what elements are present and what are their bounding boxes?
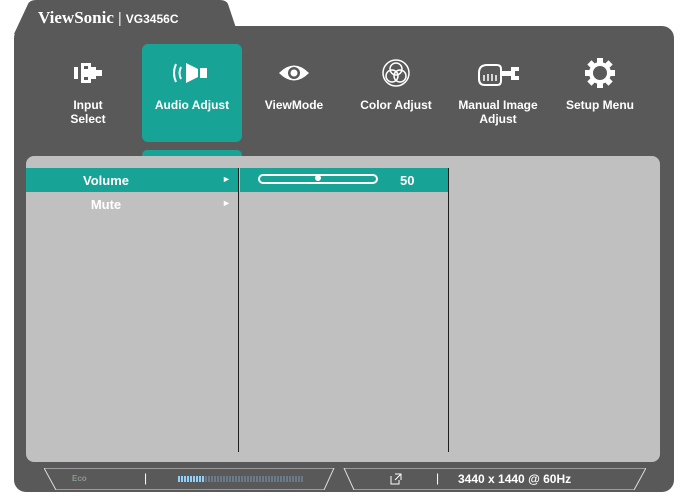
level-tick — [256, 476, 258, 482]
level-tick — [259, 476, 261, 482]
level-tick — [244, 476, 246, 482]
level-tick — [214, 476, 216, 482]
level-tick — [280, 476, 282, 482]
level-tick — [295, 476, 297, 482]
menu-manual-image-adjust[interactable]: Manual Image Adjust — [448, 44, 548, 142]
level-tick — [286, 476, 288, 482]
level-tick — [181, 476, 183, 482]
menu-label: Audio Adjust — [154, 98, 230, 112]
status-separator: | — [144, 471, 148, 485]
level-tick — [274, 476, 276, 482]
level-tick — [277, 476, 279, 482]
level-tick — [241, 476, 243, 482]
column-divider — [238, 168, 239, 452]
speaker-icon — [142, 56, 242, 90]
column-divider — [448, 168, 449, 452]
level-tick — [247, 476, 249, 482]
brightness-level-bar — [178, 476, 303, 482]
content-panel: Volume ► Mute ► 50 — [26, 156, 660, 462]
menu-viewmode[interactable]: ViewMode — [244, 44, 344, 142]
gear-icon — [550, 56, 650, 90]
menu-label: ViewMode — [264, 98, 324, 112]
level-tick — [268, 476, 270, 482]
level-tick — [301, 476, 303, 482]
level-tick — [232, 476, 234, 482]
brand-name: ViewSonic — [38, 8, 114, 27]
eco-leaf-icon: Eco — [72, 474, 87, 483]
menu-label: Color Adjust — [360, 98, 432, 112]
color-circles-icon — [346, 56, 446, 90]
brand-separator: | — [117, 10, 122, 27]
menu-label: Manual Image Adjust — [458, 98, 538, 126]
level-tick — [196, 476, 198, 482]
menu-label: Input Select — [70, 98, 106, 126]
level-tick — [283, 476, 285, 482]
volume-value: 50 — [400, 173, 415, 188]
submenu-item-label: Mute — [90, 197, 122, 212]
level-tick — [178, 476, 180, 482]
level-tick — [226, 476, 228, 482]
level-tick — [202, 476, 204, 482]
level-tick — [271, 476, 273, 482]
level-tick — [190, 476, 192, 482]
level-tick — [220, 476, 222, 482]
menu-setup-menu[interactable]: Setup Menu — [550, 44, 650, 142]
level-tick — [265, 476, 267, 482]
level-tick — [229, 476, 231, 482]
submenu-item-label: Volume — [83, 173, 129, 188]
model-name: VG3456C — [125, 12, 179, 26]
level-tick — [235, 476, 237, 482]
menu-audio-adjust[interactable]: Audio Adjust — [142, 44, 242, 142]
submenu-item-mute[interactable]: Mute ► — [26, 192, 238, 216]
level-tick — [253, 476, 255, 482]
level-tick — [205, 476, 207, 482]
menu-color-adjust[interactable]: Color Adjust — [346, 44, 446, 142]
resolution-readout: 3440 x 1440 @ 60Hz — [458, 472, 572, 486]
external-link-icon — [390, 473, 402, 485]
level-tick — [211, 476, 213, 482]
submenu-list: Volume ► Mute ► — [26, 168, 238, 450]
level-tick — [184, 476, 186, 482]
level-tick — [292, 476, 294, 482]
input-connector-icon — [38, 56, 138, 90]
status-separator: | — [436, 471, 440, 485]
level-tick — [223, 476, 225, 482]
level-tick — [199, 476, 201, 482]
level-tick — [250, 476, 252, 482]
level-tick — [193, 476, 195, 482]
submenu-item-volume[interactable]: Volume ► — [26, 168, 238, 192]
level-tick — [238, 476, 240, 482]
level-tick — [187, 476, 189, 482]
status-bar: Eco | | 3440 x 1440 @ 60Hz — [44, 468, 646, 490]
level-tick — [208, 476, 210, 482]
eye-icon — [244, 56, 344, 90]
level-tick — [262, 476, 264, 482]
level-tick — [289, 476, 291, 482]
menu-input-select[interactable]: Input Select — [38, 44, 138, 142]
level-tick — [217, 476, 219, 482]
volume-slider[interactable] — [258, 174, 378, 184]
arrow-right-icon: ► — [222, 174, 231, 184]
hand-wrench-icon — [448, 56, 548, 90]
volume-setting-row: 50 — [240, 168, 448, 192]
level-tick — [298, 476, 300, 482]
arrow-right-icon: ► — [222, 198, 231, 208]
slider-knob[interactable] — [315, 175, 321, 181]
menu-label: Setup Menu — [566, 98, 634, 112]
